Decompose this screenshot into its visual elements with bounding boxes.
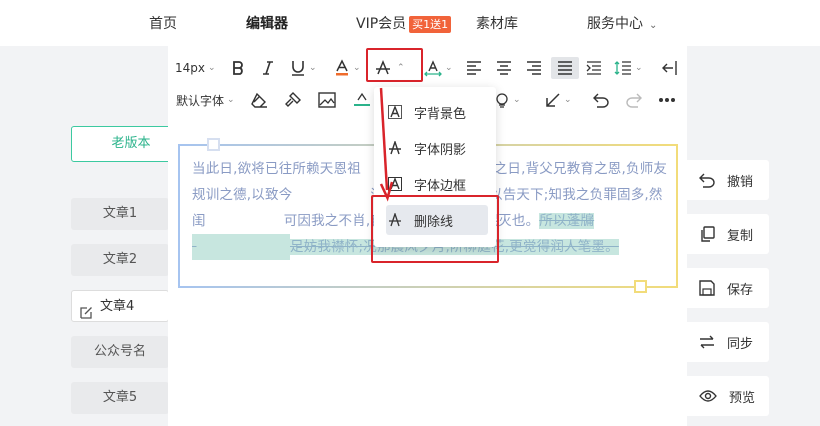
bold-icon bbox=[231, 60, 245, 76]
preview-button[interactable]: 预览 bbox=[687, 376, 769, 416]
sidebar-item-article2[interactable]: 文章2 bbox=[71, 244, 169, 276]
nav-service[interactable]: 服务中心 ⌄ bbox=[587, 13, 657, 33]
highlight-box-effects bbox=[366, 48, 423, 82]
bold-button[interactable] bbox=[231, 57, 245, 79]
format-painter-icon bbox=[284, 92, 302, 108]
undo-icon bbox=[699, 172, 715, 188]
chevron-down-icon: ⌄ bbox=[635, 63, 643, 73]
copy-button[interactable]: 复制 bbox=[687, 214, 769, 254]
chevron-down-icon: ⌄ bbox=[445, 63, 453, 73]
bulb-icon bbox=[494, 92, 510, 108]
redo-icon bbox=[626, 92, 642, 108]
chevron-down-icon: ⌄ bbox=[513, 95, 521, 105]
align-center-button[interactable] bbox=[496, 57, 512, 79]
nav-editor[interactable]: 编辑器 bbox=[246, 13, 288, 33]
align-left-icon bbox=[466, 61, 482, 75]
sidebar-item-label: 文章4 bbox=[100, 299, 135, 314]
chevron-down-icon: ⌄ bbox=[309, 63, 317, 73]
menu-item-label: 字体阴影 bbox=[414, 142, 467, 158]
chevron-down-icon: ⌄ bbox=[227, 95, 235, 105]
arrow-button[interactable]: ⌄ bbox=[545, 89, 572, 111]
indent-icon bbox=[586, 61, 602, 75]
italic-icon bbox=[261, 60, 275, 76]
font-family-select[interactable]: 默认字体 ⌄ bbox=[176, 89, 235, 111]
italic-button[interactable] bbox=[261, 57, 275, 79]
sync-button[interactable]: 同步 bbox=[687, 322, 769, 362]
image-icon bbox=[318, 92, 336, 108]
action-label: 同步 bbox=[727, 336, 754, 352]
font-family-value: 默认字体 bbox=[176, 93, 225, 108]
line-height-icon bbox=[614, 60, 632, 76]
save-icon bbox=[699, 280, 715, 296]
chevron-down-icon: ⌄ bbox=[564, 95, 572, 105]
font-color-icon bbox=[334, 59, 350, 77]
save-button[interactable]: 保存 bbox=[687, 268, 769, 308]
align-center-icon bbox=[496, 61, 512, 75]
more-icon bbox=[658, 97, 676, 103]
nav-vip-label: VIP会员 bbox=[356, 16, 407, 32]
exit-button[interactable] bbox=[662, 57, 678, 79]
frame-corner-top bbox=[207, 138, 220, 151]
content-segment: 当此日,欲将已往所赖天恩祖 bbox=[192, 161, 361, 177]
undo-button[interactable]: 撤销 bbox=[687, 160, 769, 200]
action-label: 保存 bbox=[727, 282, 754, 298]
edit-icon bbox=[80, 300, 93, 332]
nav-service-label: 服务中心 bbox=[587, 16, 643, 32]
more-button[interactable] bbox=[658, 89, 676, 111]
line-height-button[interactable]: ⌄ bbox=[614, 57, 643, 79]
divider-button[interactable] bbox=[353, 89, 371, 111]
nav-library[interactable]: 素材库 bbox=[476, 13, 518, 33]
top-nav: 首页 编辑器 VIP会员 买1送1 素材库 服务中心 ⌄ bbox=[0, 0, 820, 46]
emoji-button[interactable]: ⌄ bbox=[494, 89, 521, 111]
sidebar-item-article5[interactable]: 文章5 bbox=[71, 382, 169, 414]
red-arrow-icon bbox=[379, 87, 394, 202]
letter-spacing-button[interactable]: ⌄ bbox=[424, 57, 453, 79]
sidebar-item-article4[interactable]: 文章4 bbox=[71, 290, 169, 322]
align-justify-icon bbox=[557, 61, 573, 75]
editor-panel: 14px ⌄ ⌄ ⌄ ⌃ ⌄ ⌄ 默认字体 ⌄ ⌄ ⌄ 当此日,欲将已往所赖天恩… bbox=[168, 46, 687, 426]
eraser-button[interactable] bbox=[250, 89, 268, 111]
menu-item-text-shadow[interactable]: 字体阴影 bbox=[386, 133, 488, 163]
font-size-value: 14px bbox=[175, 61, 205, 75]
toolbar-row-1: 14px ⌄ ⌄ ⌄ ⌃ ⌄ ⌄ bbox=[168, 51, 687, 83]
strikethrough-text: 所以蓬牖 bbox=[539, 213, 595, 229]
action-label: 预览 bbox=[729, 390, 756, 406]
exit-icon bbox=[662, 60, 678, 76]
menu-item-label: 字背景色 bbox=[414, 106, 467, 122]
arrow-down-left-icon bbox=[545, 92, 561, 108]
undo-toolbar-button[interactable] bbox=[593, 89, 609, 111]
sidebar-item-article1[interactable]: 文章1 bbox=[71, 198, 169, 230]
eye-icon bbox=[699, 389, 717, 403]
redo-toolbar-button[interactable] bbox=[626, 89, 642, 111]
underline-icon bbox=[290, 59, 306, 77]
format-painter-button[interactable] bbox=[284, 89, 302, 111]
underline-button[interactable]: ⌄ bbox=[290, 57, 317, 79]
divider-icon bbox=[353, 92, 371, 108]
chevron-down-icon: ⌄ bbox=[649, 20, 658, 31]
action-label: 撤销 bbox=[727, 174, 754, 190]
menu-item-label: 字体边框 bbox=[414, 178, 467, 194]
nav-home[interactable]: 首页 bbox=[149, 13, 177, 33]
undo-icon bbox=[593, 92, 609, 108]
chevron-down-icon: ⌄ bbox=[208, 63, 216, 73]
frame-corner-bottom bbox=[634, 280, 647, 293]
vip-badge: 买1送1 bbox=[409, 16, 452, 33]
eraser-icon bbox=[250, 92, 268, 108]
font-size-select[interactable]: 14px ⌄ bbox=[175, 57, 216, 79]
align-right-button[interactable] bbox=[526, 57, 542, 79]
action-label: 复制 bbox=[727, 228, 754, 244]
sync-icon bbox=[699, 335, 715, 349]
align-left-button[interactable] bbox=[466, 57, 482, 79]
sidebar-item-account[interactable]: 公众号名 bbox=[71, 336, 169, 368]
letter-spacing-icon bbox=[424, 59, 442, 77]
align-right-icon bbox=[526, 61, 542, 75]
chevron-down-icon: ⌄ bbox=[353, 63, 361, 73]
copy-icon bbox=[699, 226, 715, 242]
image-button[interactable] bbox=[318, 89, 336, 111]
font-color-button[interactable]: ⌄ bbox=[334, 57, 361, 79]
menu-item-text-background[interactable]: 字背景色 bbox=[386, 97, 488, 127]
nav-vip[interactable]: VIP会员 买1送1 bbox=[356, 13, 452, 33]
indent-button[interactable] bbox=[586, 57, 602, 79]
align-justify-button[interactable] bbox=[551, 57, 579, 79]
